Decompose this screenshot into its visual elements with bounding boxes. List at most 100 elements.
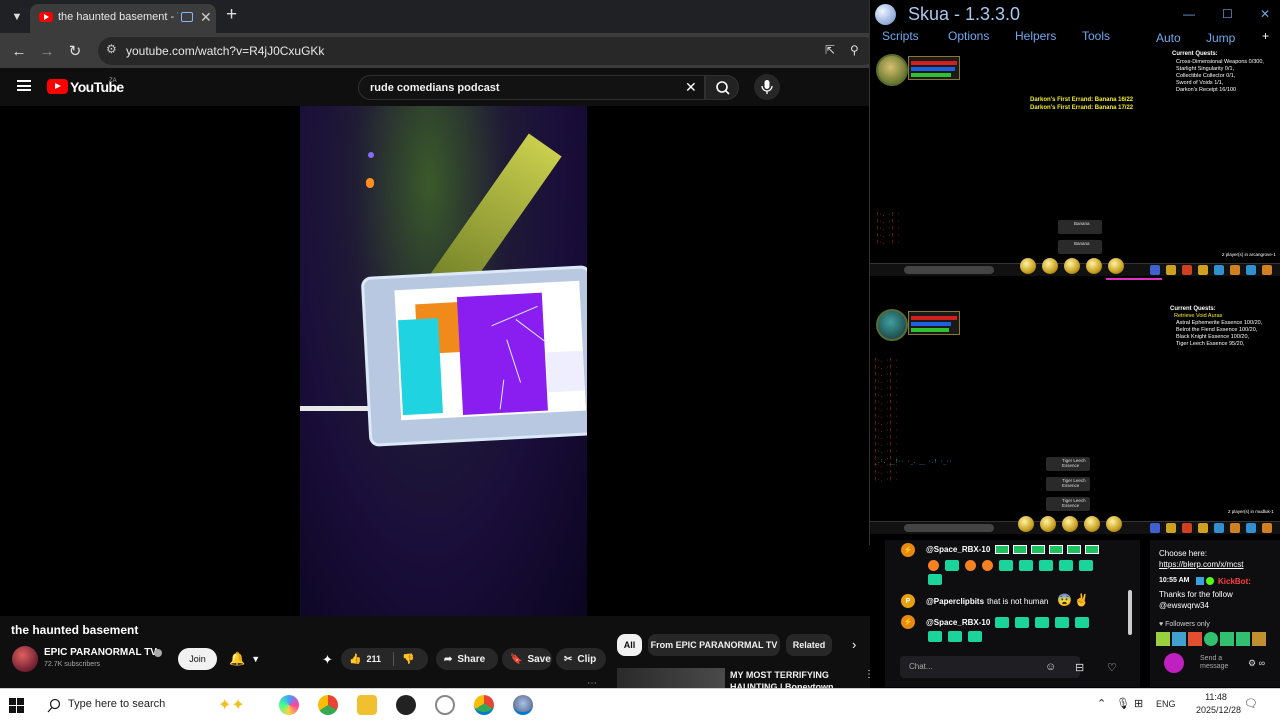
chevron-right-icon[interactable]: › [852,637,856,652]
network-icon[interactable]: ⊞ [1134,697,1143,710]
game-pane-2[interactable]: Current Quests: Retrieve Void Auras Astr… [870,301,1280,541]
address-bar[interactable]: ⚙ youtube.com/watch?v=R4jJ0CxuGKk ⇱ ⚲ [98,37,878,65]
windows-start-icon[interactable] [9,698,24,713]
reload-icon[interactable]: ↻ [64,40,86,62]
skill-orb-icon[interactable] [1040,516,1056,532]
game-menu-icon[interactable] [1214,523,1224,533]
install-app-icon[interactable]: ⇱ [825,43,835,57]
zoom-icon[interactable]: ⚲ [850,43,859,57]
channel-name[interactable]: EPIC PARANORMAL TV [44,647,157,658]
skill-orb-icon[interactable] [1108,258,1124,274]
heart-icon[interactable]: ♡ [1107,661,1117,674]
channel-avatar[interactable] [12,646,38,672]
skill-orb-icon[interactable] [1062,516,1078,532]
close-icon[interactable]: ✕ [1260,7,1270,21]
menu-options[interactable]: Options [948,29,989,43]
game-menu-icon[interactable] [1150,523,1160,533]
youtube-logo-icon[interactable] [47,79,68,94]
tab-search-button[interactable]: ▼ [6,6,28,28]
blerp-link[interactable]: https://blerp.com/x/mcst [1159,560,1243,569]
game-menu-icon[interactable] [1246,265,1256,275]
chat-username[interactable]: @Space_RBX-10 [926,618,990,627]
voice-search-button[interactable] [754,74,780,100]
game-menu-icon[interactable] [1166,523,1176,533]
game-menu-icon[interactable] [1150,265,1160,275]
notifications-icon[interactable]: 🗨 [1244,697,1258,710]
obs-icon[interactable] [396,695,416,715]
emote-icon[interactable] [1236,632,1250,646]
chip-all[interactable]: All [617,634,642,656]
game-menu-icon[interactable] [1262,265,1272,275]
maximize-icon[interactable]: ☐ [1222,7,1233,21]
taskbar-search-placeholder[interactable]: Type here to search [68,698,165,710]
skill-orb-icon[interactable] [1084,516,1100,532]
skill-orb-icon[interactable] [1106,516,1122,532]
emoji-picker-icon[interactable]: ☺ [1045,661,1056,673]
emote-icon[interactable] [1188,632,1202,646]
game-menu-icon[interactable] [1182,523,1192,533]
chrome-icon[interactable] [318,695,338,715]
save-button[interactable]: 🔖 Save [502,648,552,670]
copilot-icon[interactable] [279,695,299,715]
skill-orb-icon[interactable] [1020,258,1036,274]
chat-username[interactable]: @Space_RBX-10 [926,545,990,554]
game-menu-icon[interactable] [1246,523,1256,533]
join-button[interactable]: Join [178,648,217,670]
more-options-icon[interactable]: ⋮ [864,669,874,680]
system-clock[interactable]: 11:48 2025/12/28 [1196,691,1241,717]
taskbar-search-box[interactable]: Type here to search ✦✦ [40,693,270,717]
hamburger-menu-icon[interactable] [17,80,31,91]
menu-scripts[interactable]: Scripts [882,29,919,43]
like-icon[interactable]: 👍 [349,654,361,665]
chip-related[interactable]: Related [786,634,832,656]
clear-search-icon[interactable]: ✕ [685,79,697,96]
chevron-up-icon[interactable]: ⌃ [1097,697,1106,710]
menu-tools[interactable]: Tools [1082,29,1110,43]
skill-orb-icon[interactable] [1018,516,1034,532]
gift-icon[interactable]: ⊟ [1075,661,1084,674]
game-menu-icon[interactable] [1262,523,1272,533]
file-explorer-icon[interactable] [357,695,377,715]
game-menu-icon[interactable] [1230,523,1240,533]
emote-icon[interactable] [1156,632,1170,646]
video-frame[interactable] [300,106,587,616]
game-pane-1[interactable]: Current Quests: Cross-Dimensional Weapon… [870,48,1280,288]
new-tab-button[interactable]: + [226,4,237,26]
recommended-thumbnail[interactable] [617,668,725,688]
minimize-icon[interactable]: — [1183,7,1195,21]
emote-icon[interactable] [1172,632,1186,646]
menu-helpers[interactable]: Helpers [1015,29,1056,43]
skill-orb-icon[interactable] [1086,258,1102,274]
game-menu-icon[interactable] [1214,265,1224,275]
dislike-icon[interactable]: 👎 [402,654,414,665]
site-info-icon[interactable]: ⚙ [106,42,117,56]
back-arrow-icon[interactable]: ← [8,40,30,62]
recommended-title[interactable]: MY MOST TERRIFYING HAUNTING | Boneytown … [730,669,858,688]
like-count[interactable]: 211 [366,654,381,664]
search-input[interactable]: rude comedians podcast ✕ [358,75,705,100]
emote-icon[interactable] [1204,632,1218,646]
search-button[interactable] [705,75,739,100]
share-button[interactable]: ➦ Share [436,648,498,670]
forward-arrow-icon[interactable]: → [36,40,58,62]
skill-orb-icon[interactable] [1042,258,1058,274]
game-menu-icon[interactable] [1230,265,1240,275]
add-icon[interactable]: + [1262,29,1269,43]
menu-auto[interactable]: Auto [1156,31,1181,45]
settings-icon[interactable]: ⚙ ∞ [1248,658,1265,669]
skill-orb-icon[interactable] [1064,258,1080,274]
emote-icon[interactable] [1220,632,1234,646]
language-indicator[interactable]: ENG [1156,699,1176,709]
active-tab[interactable]: the haunted basement - YouTube ✕ [30,4,216,33]
menu-jump[interactable]: Jump [1206,31,1235,45]
chip-from-channel[interactable]: From EPIC PARANORMAL TV [648,634,780,656]
video-player[interactable] [0,106,870,616]
ask-ai-icon[interactable]: ✦ [322,652,333,668]
bot-name[interactable]: KickBot: [1218,577,1251,586]
chrome-active-icon[interactable] [474,695,494,715]
url-text[interactable]: youtube.com/watch?v=R4jJ0CxuGKk [126,44,324,58]
chat-username[interactable]: @Paperclipbits [926,597,984,606]
game-chat-input[interactable] [904,266,994,274]
clip-button[interactable]: ✂ Clip [556,648,606,670]
game-menu-icon[interactable] [1198,265,1208,275]
